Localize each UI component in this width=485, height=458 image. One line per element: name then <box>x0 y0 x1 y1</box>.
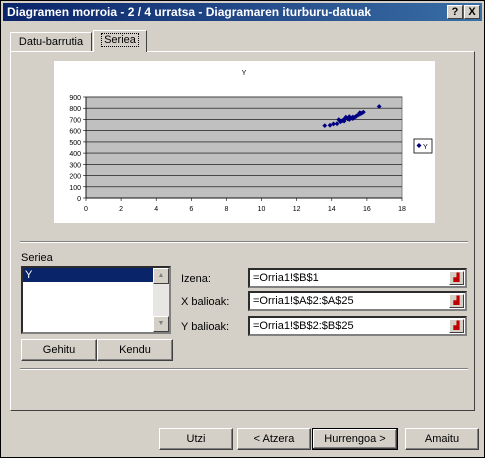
series-section-label: Seriea <box>21 252 53 264</box>
x-tick-label: 12 <box>293 206 301 213</box>
plot-area <box>85 96 403 199</box>
separator <box>20 241 468 243</box>
tab-series-label: Seriea <box>101 33 139 47</box>
back-button[interactable]: < Atzera <box>237 428 311 450</box>
help-button[interactable]: ? <box>447 5 463 19</box>
name-field-value: =Orria1!$B$1 <box>253 272 319 284</box>
close-button[interactable]: X <box>464 5 480 19</box>
y-tick-label: 600 <box>69 129 81 136</box>
y-tick-label: 400 <box>69 151 81 158</box>
next-button[interactable]: Hurrengoa > <box>312 428 398 450</box>
scroll-up-icon[interactable]: ▲ <box>153 268 169 284</box>
series-listbox[interactable]: Y ▲ ▼ <box>21 266 171 334</box>
range-select-icon[interactable]: ▟ <box>449 294 464 308</box>
chart-title: Y <box>242 70 247 77</box>
y-tick-label: 500 <box>69 140 81 147</box>
tab-data-range-label: Datu-barrutia <box>18 36 84 48</box>
range-select-icon[interactable]: ▟ <box>449 271 464 285</box>
separator <box>20 368 468 370</box>
x-tick-label: 0 <box>84 206 88 213</box>
range-select-icon[interactable]: ▟ <box>449 319 464 333</box>
x-tick-label: 2 <box>119 206 123 213</box>
y-tick-label: 0 <box>77 196 81 203</box>
tab-data-range[interactable]: Datu-barrutia <box>10 32 92 52</box>
title-bar[interactable]: Diagramen morroia - 2 / 4 urratsa - Diag… <box>3 3 482 21</box>
finish-button[interactable]: Amaitu <box>405 428 479 450</box>
x-tick-label: 14 <box>328 206 336 213</box>
x-tick-label: 4 <box>154 206 158 213</box>
chart-preview: 0 100 200 300 400 500 600 700 800 900 0 2 4 6 8 10 12 14 1… <box>54 61 435 223</box>
x-tick-label: 16 <box>363 206 371 213</box>
legend-label: Y <box>423 144 428 151</box>
window-title: Diagramen morroia - 2 / 4 urratsa - Diag… <box>7 5 372 19</box>
tab-series[interactable]: Seriea <box>93 30 147 52</box>
y-tick-label: 200 <box>69 174 81 181</box>
add-series-button[interactable]: Gehitu <box>21 339 97 361</box>
y-tick-label: 100 <box>69 185 81 192</box>
y-tick-label: 700 <box>69 117 81 124</box>
series-scrollbar[interactable]: ▲ ▼ <box>153 268 169 332</box>
scatter-chart: 0 100 200 300 400 500 600 700 800 900 0 2 4 6 8 10 12 14 1… <box>69 70 433 213</box>
x-values-label: X balioak: <box>181 296 230 308</box>
series-list-item[interactable]: Y <box>23 268 155 282</box>
name-field[interactable]: =Orria1!$B$1 ▟ <box>248 268 467 288</box>
x-tick-label: 6 <box>189 206 193 213</box>
x-tick-label: 10 <box>258 206 266 213</box>
scroll-down-icon[interactable]: ▼ <box>153 316 169 332</box>
x-tick-label: 8 <box>224 206 228 213</box>
y-tick-label: 900 <box>69 95 81 102</box>
x-values-field[interactable]: =Orria1!$A$2:$A$25 ▟ <box>248 291 467 311</box>
x-values-value: =Orria1!$A$2:$A$25 <box>253 295 354 307</box>
remove-series-button[interactable]: Kendu <box>97 339 173 361</box>
y-tick-label: 300 <box>69 162 81 169</box>
cancel-button[interactable]: Utzi <box>159 428 233 450</box>
y-values-label: Y balioak: <box>181 321 230 333</box>
x-tick-label: 18 <box>398 206 406 213</box>
y-values-field[interactable]: =Orria1!$B$2:$B$25 ▟ <box>248 316 467 336</box>
chart-wizard-dialog: Diagramen morroia - 2 / 4 urratsa - Diag… <box>0 0 485 458</box>
name-field-label: Izena: <box>181 273 211 285</box>
y-values-value: =Orria1!$B$2:$B$25 <box>253 320 354 332</box>
y-tick-label: 800 <box>69 106 81 113</box>
